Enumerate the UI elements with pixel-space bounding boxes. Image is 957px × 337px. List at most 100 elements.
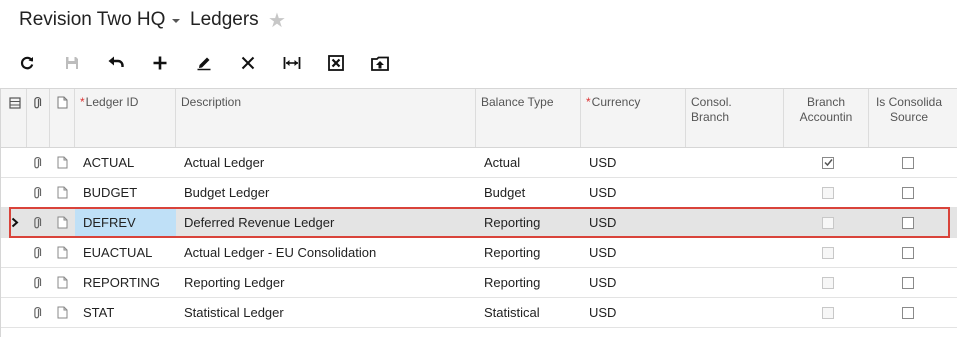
ledger-id-cell[interactable]: EUACTUAL: [75, 238, 176, 267]
edit-button[interactable]: [189, 48, 219, 78]
note-icon[interactable]: [57, 156, 68, 172]
fit-columns-button[interactable]: [277, 48, 307, 78]
grid-toolbar: [0, 48, 957, 78]
note-icon[interactable]: [57, 306, 68, 322]
delete-button[interactable]: [233, 48, 263, 78]
column-currency[interactable]: *Currency: [581, 89, 686, 147]
consol-branch-cell[interactable]: [686, 178, 784, 207]
is-consolidation-source-checkbox[interactable]: [902, 187, 914, 199]
table-row[interactable]: ACTUAL Actual Ledger Actual USD: [1, 148, 957, 178]
ledger-id-cell[interactable]: ACTUAL: [75, 148, 176, 177]
branch-accounting-checkbox[interactable]: [822, 277, 834, 289]
note-icon[interactable]: [57, 186, 68, 202]
page-title: Ledgers: [190, 9, 259, 30]
is-consolidation-source-checkbox[interactable]: [902, 217, 914, 229]
is-consolidation-source-checkbox[interactable]: [902, 277, 914, 289]
balance-type-cell[interactable]: Statistical: [476, 298, 581, 327]
title-bar: Revision Two HQ Ledgers ★: [0, 0, 957, 44]
attachment-icon[interactable]: [32, 306, 42, 323]
is-consolidation-source-checkbox[interactable]: [902, 307, 914, 319]
note-icon[interactable]: [57, 216, 68, 232]
fit-columns-icon: [283, 57, 301, 69]
branch-accounting-checkbox[interactable]: [822, 157, 834, 169]
branch-accounting-checkbox[interactable]: [822, 247, 834, 259]
consol-branch-cell[interactable]: [686, 238, 784, 267]
current-row-arrow-icon: [11, 217, 19, 228]
column-settings-header[interactable]: [1, 89, 27, 147]
table-row[interactable]: DEFREV Deferred Revenue Ledger Reporting US…: [1, 208, 957, 238]
branch-accounting-checkbox[interactable]: [822, 307, 834, 319]
note-icon: [57, 96, 68, 109]
ledgers-grid: *Ledger ID Description Balance Type *Cur…: [0, 88, 957, 337]
column-balance-type[interactable]: Balance Type: [476, 89, 581, 147]
table-row[interactable]: STAT Statistical Ledger Statistical USD: [1, 298, 957, 328]
note-icon[interactable]: [57, 246, 68, 262]
column-description[interactable]: Description: [176, 89, 476, 147]
column-consol-branch[interactable]: Consol. Branch: [686, 89, 784, 147]
undo-icon: [108, 56, 124, 67]
consol-branch-cell[interactable]: [686, 298, 784, 327]
upload-icon: [371, 56, 389, 71]
ledger-id-cell[interactable]: STAT: [75, 298, 176, 327]
attachment-icon[interactable]: [32, 246, 42, 263]
column-branch-accounting[interactable]: Branch Accountin: [784, 89, 869, 147]
description-cell[interactable]: Actual Ledger: [176, 148, 476, 177]
company-selector[interactable]: Revision Two HQ: [19, 9, 165, 31]
save-button[interactable]: [57, 48, 87, 78]
currency-cell[interactable]: USD: [581, 178, 686, 207]
balance-type-cell[interactable]: Actual: [476, 148, 581, 177]
undo-button[interactable]: [101, 48, 131, 78]
description-cell[interactable]: Actual Ledger - EU Consolidation: [176, 238, 476, 267]
attachment-icon[interactable]: [32, 216, 42, 233]
attachment-icon[interactable]: [32, 276, 42, 293]
add-icon: [153, 56, 167, 70]
consol-branch-cell[interactable]: [686, 268, 784, 297]
note-icon[interactable]: [57, 276, 68, 292]
add-button[interactable]: [145, 48, 175, 78]
column-is-consolidation-source[interactable]: Is Consolida Source: [869, 89, 949, 147]
is-consolidation-source-checkbox[interactable]: [902, 247, 914, 259]
grid-header: *Ledger ID Description Balance Type *Cur…: [1, 89, 957, 148]
branch-accounting-checkbox[interactable]: [822, 187, 834, 199]
currency-cell[interactable]: USD: [581, 148, 686, 177]
save-icon: [66, 57, 78, 69]
consol-branch-cell[interactable]: [686, 148, 784, 177]
balance-type-cell[interactable]: Reporting: [476, 268, 581, 297]
attachments-header[interactable]: [27, 89, 50, 147]
currency-cell[interactable]: USD: [581, 268, 686, 297]
ledger-id-cell[interactable]: DEFREV: [75, 208, 176, 237]
refresh-button[interactable]: [12, 48, 42, 78]
caret-down-icon[interactable]: [172, 19, 180, 23]
export-excel-button[interactable]: [321, 48, 351, 78]
table-row[interactable]: EUACTUAL Actual Ledger - EU Consolidation…: [1, 238, 957, 268]
table-row[interactable]: BUDGET Budget Ledger Budget USD: [1, 178, 957, 208]
is-consolidation-source-checkbox[interactable]: [902, 157, 914, 169]
attachment-icon[interactable]: [32, 156, 42, 173]
description-cell[interactable]: Deferred Revenue Ledger: [176, 208, 476, 237]
edit-icon: [197, 57, 211, 71]
column-settings-icon: [9, 97, 21, 109]
currency-cell[interactable]: USD: [581, 298, 686, 327]
balance-type-cell[interactable]: Reporting: [476, 238, 581, 267]
consol-branch-cell[interactable]: [686, 208, 784, 237]
currency-cell[interactable]: USD: [581, 238, 686, 267]
currency-cell[interactable]: USD: [581, 208, 686, 237]
description-cell[interactable]: Budget Ledger: [176, 178, 476, 207]
description-cell[interactable]: Statistical Ledger: [176, 298, 476, 327]
ledger-id-cell[interactable]: REPORTING: [75, 268, 176, 297]
refresh-icon: [20, 56, 34, 70]
balance-type-cell[interactable]: Budget: [476, 178, 581, 207]
description-cell[interactable]: Reporting Ledger: [176, 268, 476, 297]
ledger-id-cell[interactable]: BUDGET: [75, 178, 176, 207]
balance-type-cell[interactable]: Reporting: [476, 208, 581, 237]
delete-icon: [241, 56, 255, 70]
table-row[interactable]: REPORTING Reporting Ledger Reporting USD: [1, 268, 957, 298]
notes-header[interactable]: [50, 89, 75, 147]
paperclip-icon: [34, 96, 42, 109]
export-excel-icon: [328, 55, 344, 71]
attachment-icon[interactable]: [32, 186, 42, 203]
column-ledger-id[interactable]: *Ledger ID: [75, 89, 176, 147]
upload-button[interactable]: [365, 48, 395, 78]
favorite-star-icon[interactable]: ★: [268, 8, 286, 33]
branch-accounting-checkbox[interactable]: [822, 217, 834, 229]
